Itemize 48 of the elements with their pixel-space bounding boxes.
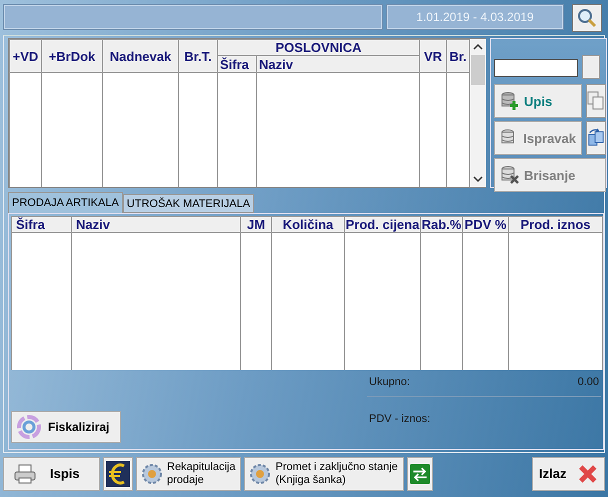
euro-button[interactable] xyxy=(103,457,133,491)
column-header[interactable]: +VD xyxy=(10,40,42,72)
gear-icon xyxy=(249,463,272,485)
column-header[interactable]: Prod. iznos xyxy=(508,216,602,232)
ring-icon xyxy=(16,414,42,440)
fiscalize-button[interactable]: Fiskaliziraj xyxy=(11,411,121,443)
column-header[interactable]: VR xyxy=(420,40,446,72)
database-x-icon xyxy=(500,165,520,185)
search-field[interactable] xyxy=(494,59,578,77)
search-button[interactable] xyxy=(572,4,602,32)
transfer-button[interactable] xyxy=(586,121,606,155)
column-header[interactable]: Naziv xyxy=(256,56,420,72)
column-header[interactable]: Rab.% xyxy=(420,216,462,232)
column-header[interactable]: Nadnevak xyxy=(102,40,178,72)
column-header[interactable]: Br.T. xyxy=(178,40,218,72)
column-header[interactable]: +BrDok xyxy=(42,40,102,72)
scrollbar[interactable] xyxy=(470,39,486,187)
gear-icon xyxy=(141,463,163,485)
tab[interactable]: UTROŠAK MATERIJALA xyxy=(122,194,254,213)
printer-icon xyxy=(14,464,36,484)
column-header[interactable]: JM xyxy=(240,216,272,232)
column-header[interactable]: Količina xyxy=(272,216,344,232)
column-header[interactable]: Naziv xyxy=(72,216,240,232)
column-group-header: POSLOVNICA xyxy=(218,40,420,56)
column-header[interactable]: Br. xyxy=(446,40,470,72)
total-value: 0.00 xyxy=(578,376,599,390)
search-icon xyxy=(577,8,597,28)
copy-button[interactable] xyxy=(586,84,606,118)
report-button[interactable]: Rekapitulacija prodaje xyxy=(136,457,242,491)
transfer-button[interactable] xyxy=(406,457,433,491)
report-button[interactable]: Promet i zaključno stanje (Knjiga šanka) xyxy=(244,457,404,491)
scroll-thumb[interactable] xyxy=(471,55,485,85)
database-plus-icon xyxy=(500,91,520,111)
column-header[interactable]: Šifra xyxy=(218,56,256,72)
print-button[interactable]: Ispis xyxy=(3,457,100,491)
action-button[interactable]: Upis xyxy=(494,84,582,118)
column-header[interactable]: Prod. cijena xyxy=(344,216,420,232)
column-header[interactable]: Šifra xyxy=(12,216,72,232)
euro-icon xyxy=(106,461,130,487)
small-button[interactable] xyxy=(582,55,600,79)
tab[interactable]: PRODAJA ARTIKALA xyxy=(8,192,123,213)
total-label: PDV - iznos: xyxy=(369,413,430,427)
total-label: Ukupno: xyxy=(369,376,410,390)
copy-icon xyxy=(587,91,605,111)
column-header[interactable]: PDV % xyxy=(462,216,508,232)
date-range: 1.01.2019 - 4.03.2019 xyxy=(386,4,564,30)
arrows-icon xyxy=(410,462,430,486)
exit-button[interactable]: Izlaz xyxy=(532,457,605,491)
